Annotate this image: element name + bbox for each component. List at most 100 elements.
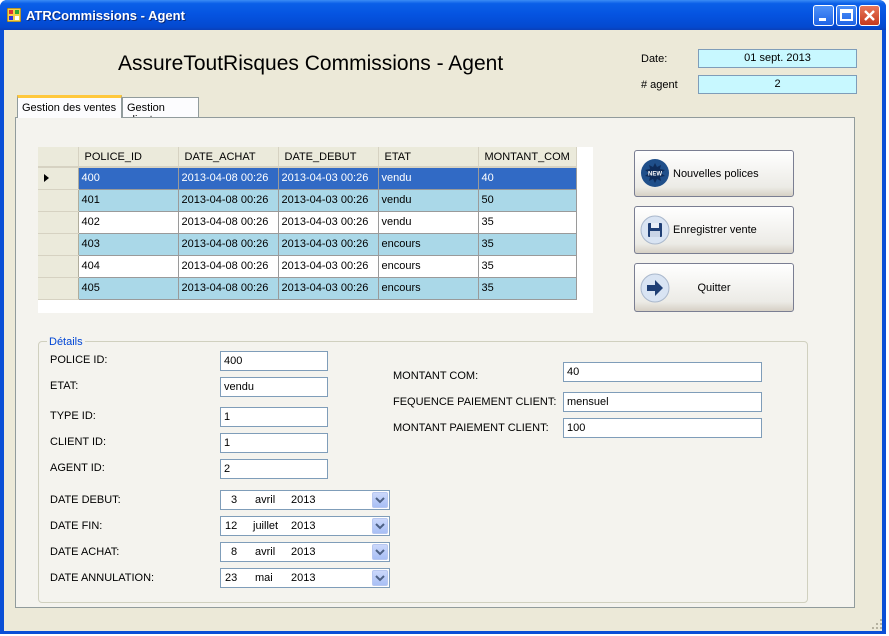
row-header[interactable] (38, 189, 79, 212)
table-row[interactable]: 405 2013-04-08 00:26 2013-04-03 00:26 en… (38, 277, 577, 300)
chevron-down-icon (375, 497, 385, 504)
client-id-field[interactable]: 1 (220, 433, 328, 453)
current-row-icon (44, 173, 49, 182)
date-achat-picker[interactable]: 8 avril 2013 (220, 542, 390, 562)
close-icon (864, 10, 875, 21)
cell[interactable]: 2013-04-03 00:26 (278, 211, 379, 234)
resize-grip-icon[interactable] (871, 618, 883, 630)
table-row[interactable]: 401 2013-04-08 00:26 2013-04-03 00:26 ve… (38, 189, 577, 212)
cell[interactable]: 2013-04-08 00:26 (178, 255, 279, 278)
chevron-down-icon (375, 549, 385, 556)
cell[interactable]: 2013-04-08 00:26 (178, 277, 279, 300)
maximize-button[interactable] (836, 5, 857, 26)
montant-paiement-field[interactable]: 100 (563, 418, 762, 438)
quit-button[interactable]: Quitter (634, 263, 794, 312)
cell[interactable]: 35 (478, 255, 577, 278)
cell[interactable]: 400 (78, 167, 179, 190)
date-display: 01 sept. 2013 (698, 49, 857, 68)
cell[interactable]: 2013-04-08 00:26 (178, 233, 279, 256)
date-fin-picker[interactable]: 12 juillet 2013 (220, 516, 390, 536)
cell[interactable]: 404 (78, 255, 179, 278)
dropdown-button[interactable] (372, 518, 388, 534)
date-label: Date: (641, 53, 668, 65)
app-icon (7, 8, 21, 22)
year: 2013 (291, 520, 316, 532)
tab-gestion-clients[interactable]: Gestion clients (122, 97, 199, 126)
column-header-date-debut[interactable]: DATE_DEBUT (278, 147, 379, 168)
row-header[interactable] (38, 211, 79, 234)
day: 23 (225, 572, 238, 584)
type-id-field[interactable]: 1 (220, 407, 328, 427)
table-row[interactable]: 402 2013-04-08 00:26 2013-04-03 00:26 ve… (38, 211, 577, 234)
cell[interactable]: 401 (78, 189, 179, 212)
date-achat-label: DATE ACHAT: (50, 546, 120, 558)
table-row[interactable]: 403 2013-04-08 00:26 2013-04-03 00:26 en… (38, 233, 577, 256)
tab-gestion-ventes[interactable]: Gestion des ventes (17, 95, 122, 118)
row-header[interactable] (38, 277, 79, 300)
grid-header: POLICE_ID DATE_ACHAT DATE_DEBUT ETAT MON… (38, 147, 577, 168)
column-header-montant-com[interactable]: MONTANT_COM (478, 147, 577, 168)
police-id-field[interactable]: 400 (220, 351, 328, 371)
date-annulation-picker[interactable]: 23 mai 2013 (220, 568, 390, 588)
cell[interactable]: 2013-04-08 00:26 (178, 211, 279, 234)
cell[interactable]: 35 (478, 233, 577, 256)
cell[interactable]: 405 (78, 277, 179, 300)
column-header-etat[interactable]: ETAT (378, 147, 479, 168)
cell[interactable]: 402 (78, 211, 179, 234)
row-header[interactable] (38, 233, 79, 256)
cell[interactable]: 50 (478, 189, 577, 212)
cell[interactable]: 403 (78, 233, 179, 256)
year: 2013 (291, 494, 316, 506)
svg-text:NEW: NEW (648, 172, 662, 178)
new-policies-button[interactable]: NEW Nouvelles polices (634, 150, 794, 197)
month: mai (255, 572, 273, 584)
cell[interactable]: vendu (378, 189, 479, 212)
etat-field[interactable]: vendu (220, 377, 328, 397)
type-id-label: TYPE ID: (50, 410, 96, 422)
cell[interactable]: 2013-04-03 00:26 (278, 189, 379, 212)
minimize-button[interactable] (813, 5, 834, 26)
cell[interactable]: vendu (378, 167, 479, 190)
column-header-police-id[interactable]: POLICE_ID (78, 147, 179, 168)
montant-com-field[interactable]: 40 (563, 362, 762, 382)
cell[interactable]: 2013-04-03 00:26 (278, 233, 379, 256)
agent-label: # agent (641, 79, 678, 91)
client-id-label: CLIENT ID: (50, 436, 107, 448)
date-fin-label: DATE FIN: (50, 520, 103, 532)
chevron-down-icon (375, 523, 385, 530)
date-debut-label: DATE DEBUT: (50, 494, 121, 506)
cell[interactable]: encours (378, 233, 479, 256)
cell[interactable]: encours (378, 255, 479, 278)
date-debut-picker[interactable]: 3 avril 2013 (220, 490, 390, 510)
table-row[interactable]: 400 2013-04-08 00:26 2013-04-03 00:26 ve… (38, 167, 577, 190)
cell[interactable]: 35 (478, 211, 577, 234)
close-button[interactable] (859, 5, 880, 26)
month: avril (255, 494, 276, 506)
cell[interactable]: 2013-04-08 00:26 (178, 189, 279, 212)
table-row[interactable]: 404 2013-04-08 00:26 2013-04-03 00:26 en… (38, 255, 577, 278)
cell[interactable]: encours (378, 277, 479, 300)
cell[interactable]: vendu (378, 211, 479, 234)
cell[interactable]: 35 (478, 277, 577, 300)
maximize-icon (840, 9, 853, 21)
police-id-label: POLICE ID: (50, 354, 108, 366)
cell[interactable]: 2013-04-03 00:26 (278, 255, 379, 278)
frequence-field[interactable]: mensuel (563, 392, 762, 412)
save-sale-button[interactable]: Enregistrer vente (634, 206, 794, 254)
dropdown-button[interactable] (372, 492, 388, 508)
agent-id-field[interactable]: 2 (220, 459, 328, 479)
title-bar[interactable]: ATRCommissions - Agent (0, 0, 886, 30)
row-header[interactable] (38, 167, 79, 190)
cell[interactable]: 2013-04-03 00:26 (278, 277, 379, 300)
cell[interactable]: 2013-04-08 00:26 (178, 167, 279, 190)
cell[interactable]: 2013-04-03 00:26 (278, 167, 379, 190)
floppy-disk-icon (640, 215, 670, 245)
year: 2013 (291, 572, 316, 584)
sales-grid[interactable]: POLICE_ID DATE_ACHAT DATE_DEBUT ETAT MON… (38, 147, 593, 313)
cell[interactable]: 40 (478, 167, 577, 190)
row-header[interactable] (38, 255, 79, 278)
dropdown-button[interactable] (372, 544, 388, 560)
column-header-date-achat[interactable]: DATE_ACHAT (178, 147, 279, 168)
dropdown-button[interactable] (372, 570, 388, 586)
day: 12 (225, 520, 238, 532)
